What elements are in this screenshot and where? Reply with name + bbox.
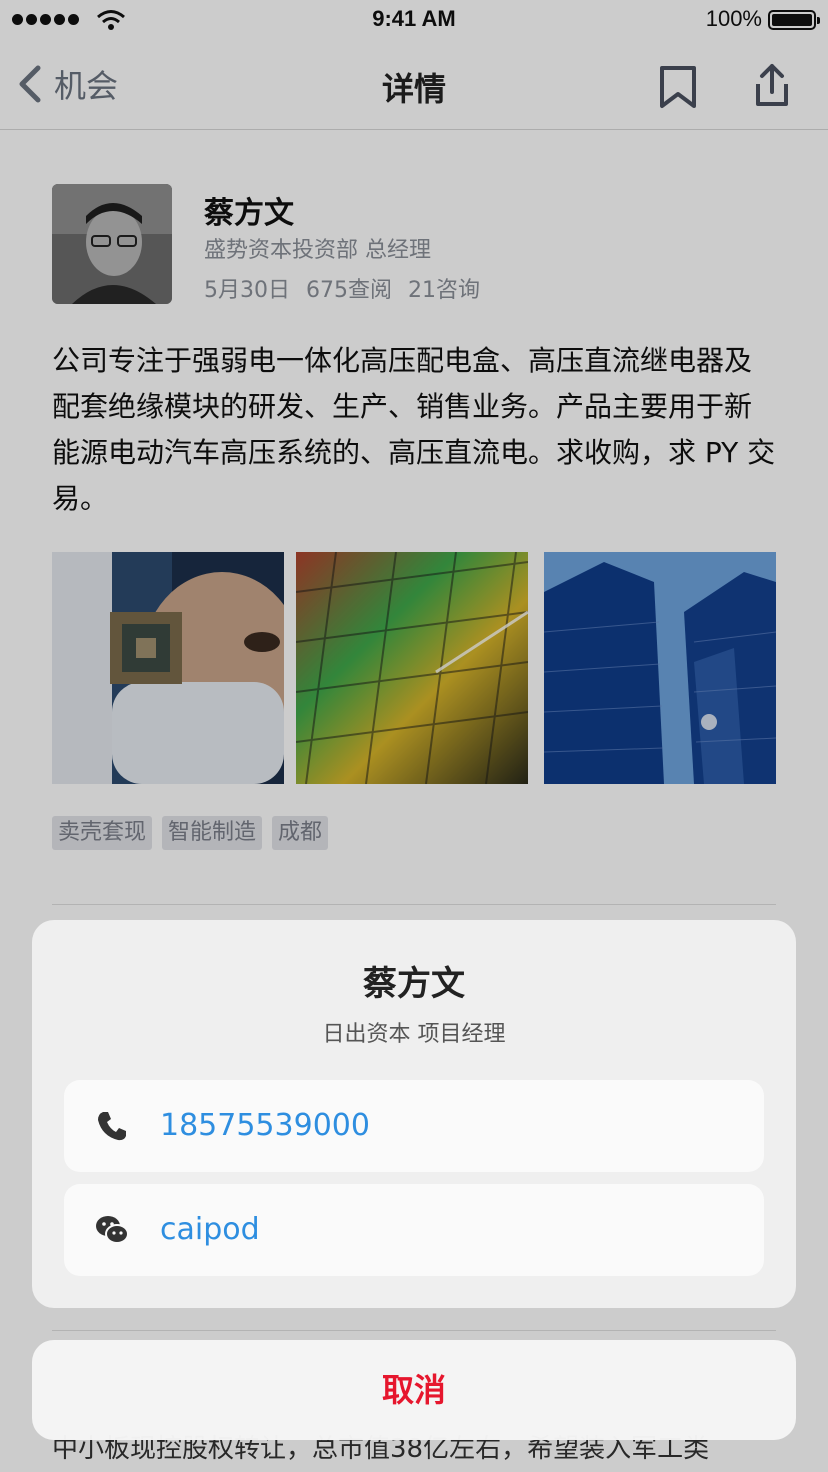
contact-action-sheet: 蔡方文 日出资本 项目经理 18575539000 caipod xyxy=(32,920,796,1308)
phone-number[interactable]: 18575539000 xyxy=(160,1108,370,1143)
contact-name: 蔡方文 xyxy=(363,964,465,1004)
phone-row[interactable]: 18575539000 xyxy=(64,1080,764,1172)
wechat-id[interactable]: caipod xyxy=(160,1212,260,1247)
wechat-row[interactable]: caipod xyxy=(64,1184,764,1276)
wechat-icon xyxy=(96,1216,129,1244)
cancel-button[interactable]: 取消 xyxy=(32,1340,796,1440)
contact-subtitle: 日出资本 项目经理 xyxy=(322,1022,506,1047)
phone-icon xyxy=(98,1112,126,1141)
